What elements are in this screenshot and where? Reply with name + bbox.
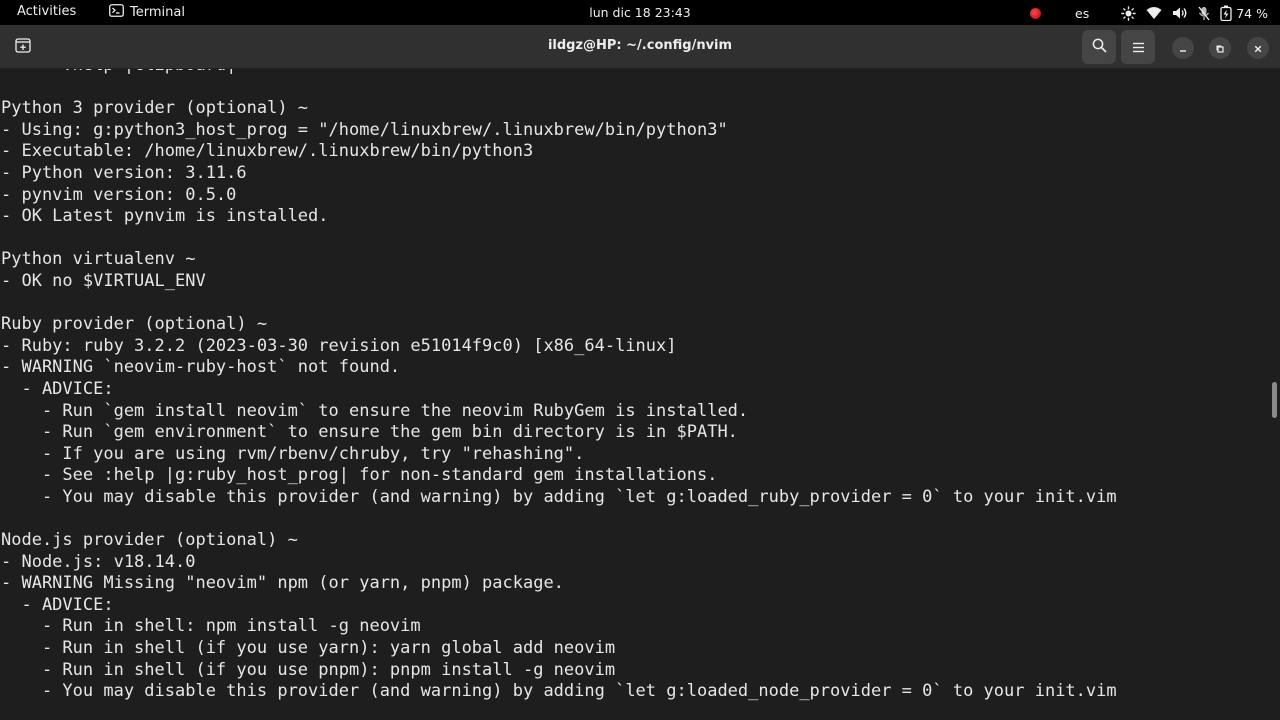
terminal-line: - ADVICE: xyxy=(1,594,114,615)
terminal-line: - Using: g:python3_host_prog = "/home/li… xyxy=(1,119,728,140)
microphone-muted-icon xyxy=(1198,6,1210,21)
brightness-icon xyxy=(1121,5,1136,21)
terminal-line: - Node.js: v18.14.0 xyxy=(1,551,196,572)
terminal-line: Node.js provider (optional) ~ xyxy=(1,530,298,551)
maximize-button[interactable] xyxy=(1209,37,1231,59)
terminal-line: - See :help |g:ruby_host_prog| for non-s… xyxy=(1,465,718,486)
terminal-line: Python 3 provider (optional) ~ xyxy=(1,98,309,119)
terminal-line: - Run in shell (if you use pnpm): pnpm i… xyxy=(1,659,616,680)
terminal-line: - pynvim version: 0.5.0 xyxy=(1,184,237,205)
system-tray[interactable]: es 74 % xyxy=(1020,3,1268,23)
terminal-line: - Run `gem install neovim` to ensure the… xyxy=(1,400,749,421)
menu-button[interactable] xyxy=(1121,30,1155,64)
maximize-icon xyxy=(1215,39,1225,58)
new-tab-button[interactable] xyxy=(6,30,40,64)
terminal-scrollbar[interactable] xyxy=(1268,69,1280,720)
search-button[interactable] xyxy=(1082,30,1116,64)
terminal-line: - Run in shell (if you use yarn): yarn g… xyxy=(1,638,616,659)
terminal-line: - You may disable this provider (and war… xyxy=(1,486,1117,507)
minimize-button[interactable] xyxy=(1172,37,1194,59)
terminal-line: - :help |clipboard| xyxy=(1,69,1117,77)
terminal-header-bar: ildgz@HP: ~/.config/nvim xyxy=(0,25,1280,69)
new-tab-icon xyxy=(15,37,31,57)
terminal-line: - OK no $VIRTUAL_ENV xyxy=(1,270,206,291)
terminal-icon xyxy=(109,4,124,21)
terminal-line: - Run in shell: npm install -g neovim xyxy=(1,616,421,637)
clock-label[interactable]: lun dic 18 23:43 xyxy=(589,5,690,20)
terminal-line: - You may disable this provider (and war… xyxy=(1,681,1117,702)
terminal-line: Python virtualenv ~ xyxy=(1,249,196,270)
scrollbar-thumb[interactable] xyxy=(1272,382,1277,418)
close-button[interactable] xyxy=(1247,37,1269,59)
terminal-line: - WARNING `neovim-ruby-host` not found. xyxy=(1,357,401,378)
terminal-line: - Executable: /home/linuxbrew/.linuxbrew… xyxy=(1,141,534,162)
gnome-top-bar: Activities Terminal lun dic 18 23:43 es xyxy=(0,0,1280,25)
terminal-output[interactable]: - :help |clipboard| Python 3 provider (op… xyxy=(0,69,1268,720)
search-icon xyxy=(1092,38,1107,57)
terminal-line: - Ruby: ruby 3.2.2 (2023-03-30 revision … xyxy=(1,335,677,356)
terminal-line: - OK Latest pynvim is installed. xyxy=(1,206,329,227)
activities-button[interactable]: Activities xyxy=(17,4,76,19)
close-icon xyxy=(1253,39,1263,58)
app-menu-label: Terminal xyxy=(130,5,185,20)
window-title: ildgz@HP: ~/.config/nvim xyxy=(547,38,733,53)
terminal-line: - Python version: 3.11.6 xyxy=(1,162,247,183)
terminal-line: - If you are using rvm/rbenv/chruby, try… xyxy=(1,443,585,464)
volume-icon xyxy=(1172,6,1188,20)
hamburger-menu-icon xyxy=(1132,38,1145,57)
terminal-line: Ruby provider (optional) ~ xyxy=(1,314,268,335)
record-indicator-icon[interactable] xyxy=(1030,7,1042,19)
wifi-icon xyxy=(1146,6,1162,20)
battery-charging-icon xyxy=(1220,5,1232,21)
terminal-line: - WARNING Missing "neovim" npm (or yarn,… xyxy=(1,573,564,594)
app-menu[interactable]: Terminal xyxy=(109,4,185,21)
terminal-line: - ADVICE: xyxy=(1,378,114,399)
terminal-text: - :help |clipboard| Python 3 provider (op… xyxy=(1,69,1117,703)
battery-percentage: 74 % xyxy=(1236,5,1268,21)
keyboard-layout-indicator[interactable]: es xyxy=(1075,6,1089,21)
terminal-line: - Run `gem environment` to ensure the ge… xyxy=(1,422,738,443)
minimize-icon xyxy=(1178,39,1188,58)
